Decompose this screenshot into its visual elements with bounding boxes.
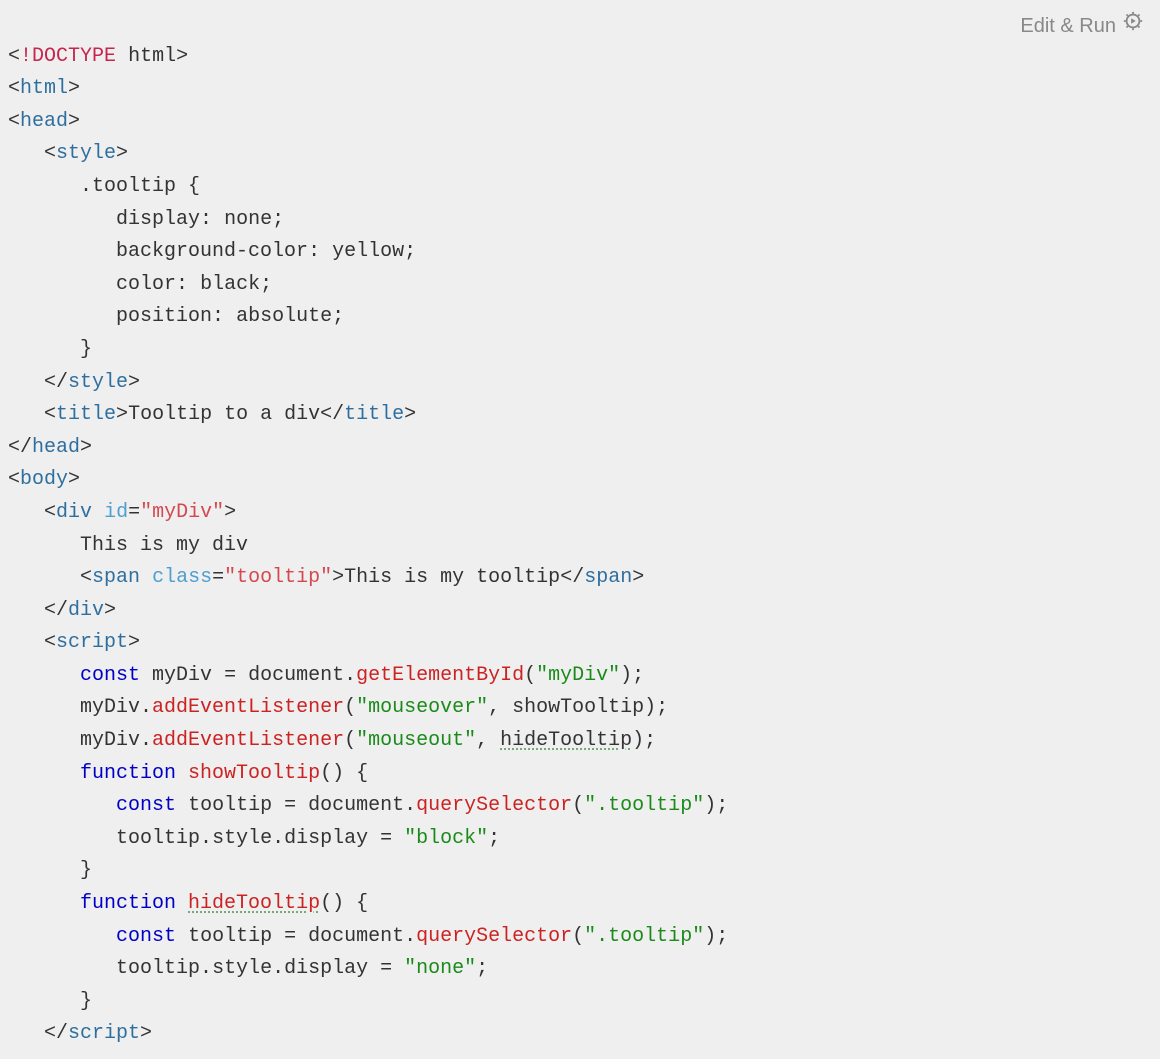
- tag-style-close: style: [68, 371, 128, 394]
- tag-head-close: head: [32, 436, 80, 459]
- tag-style-open: style: [56, 142, 116, 165]
- tag-title-open: title: [56, 403, 116, 426]
- tag-html-open: html: [20, 77, 68, 100]
- doctype-keyword: DOCTYPE: [32, 45, 116, 68]
- edit-run-label: Edit & Run: [1020, 10, 1116, 43]
- div-inner-text: This is my div: [80, 534, 248, 557]
- tag-body-open: body: [20, 468, 68, 491]
- tag-script-open: script: [56, 631, 128, 654]
- title-text: Tooltip to a div: [128, 403, 320, 426]
- tag-span-open: span: [92, 566, 140, 589]
- tag-script-close: script: [68, 1022, 140, 1045]
- span-inner-text: This is my tooltip: [344, 566, 560, 589]
- code-block: <!DOCTYPE html> <html> <head> <style> .t…: [0, 0, 1160, 1059]
- fn-showtooltip: showTooltip: [188, 762, 320, 785]
- tag-div-open: div: [56, 501, 92, 524]
- fn-hidetooltip: hideTooltip: [188, 892, 320, 915]
- tag-head-open: head: [20, 110, 68, 133]
- css-selector: .tooltip: [80, 175, 176, 198]
- edit-and-run-button[interactable]: Edit & Run: [1020, 10, 1144, 43]
- gear-play-icon: [1122, 10, 1144, 43]
- tag-div-close: div: [68, 599, 104, 622]
